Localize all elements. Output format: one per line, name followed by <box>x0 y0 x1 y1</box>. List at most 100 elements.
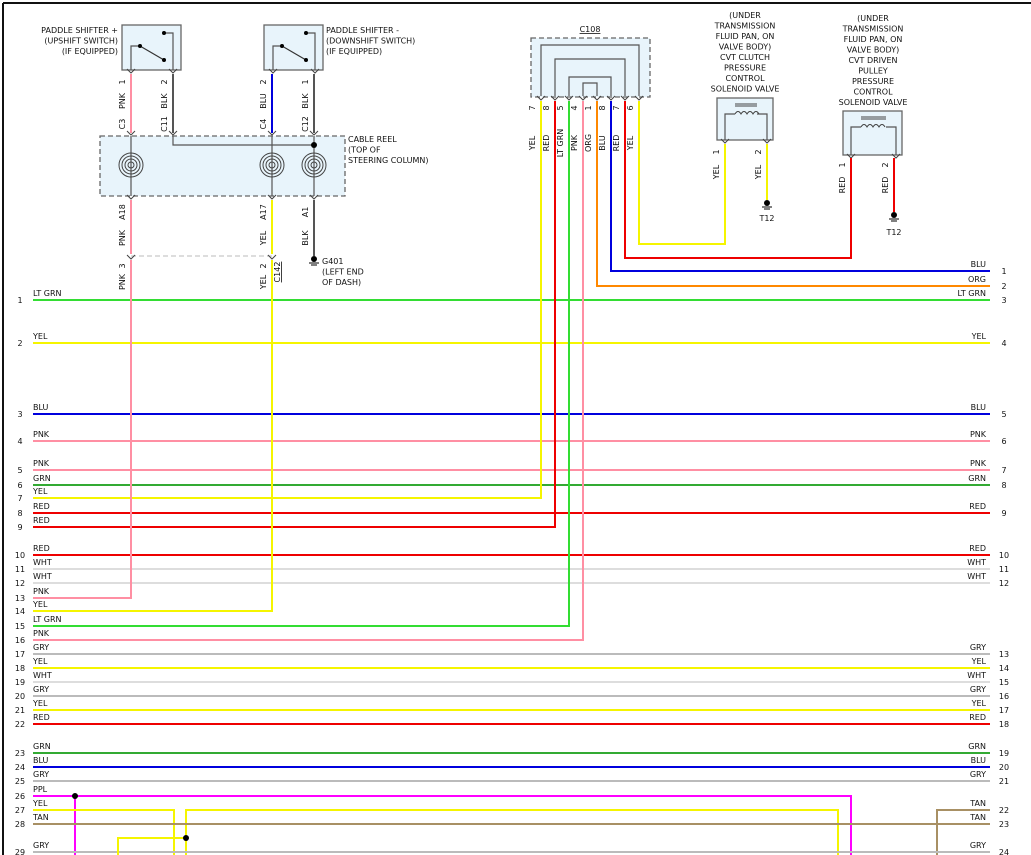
switch-contact <box>304 58 308 62</box>
pin-number: A1 <box>301 207 310 218</box>
right-pin-number: 5 <box>1001 410 1006 419</box>
left-wire-color-label: LT GRN <box>33 289 62 298</box>
left-wire-color-label: GRN <box>33 742 51 751</box>
pin-number: 7 <box>528 105 537 110</box>
wire-row <box>33 809 175 855</box>
left-pin-number: 16 <box>15 636 25 645</box>
left-wire-color-label: PNK <box>33 587 50 596</box>
right-pin-number: 21 <box>999 777 1009 786</box>
left-wire-color-label: YEL <box>32 657 48 666</box>
left-wire-color-label: GRY <box>33 643 49 652</box>
left-wire-color-label: YEL <box>32 332 48 341</box>
cable-reel-label: CABLE REEL <box>348 135 397 144</box>
upshift-switch-label: PADDLE SHIFTER + <box>41 26 118 35</box>
left-pin-number: 27 <box>15 806 25 815</box>
right-pin-number: 7 <box>1001 466 1006 475</box>
pin-number: 1 <box>301 79 310 84</box>
ground-icon <box>764 200 770 206</box>
right-wire-color-label: RED <box>969 502 986 511</box>
left-pin-number: 25 <box>15 777 25 786</box>
left-wire-color-label: PPL <box>33 785 48 794</box>
cvt-pulley-solenoid-label: CVT DRIVEN <box>848 56 897 65</box>
left-wire-color-label: RED <box>33 502 50 511</box>
ground-icon <box>891 212 897 218</box>
right-wire-color-label: PNK <box>970 430 987 439</box>
wire-color-label: BLU <box>259 93 268 109</box>
right-pin-number: 13 <box>999 650 1009 659</box>
connector-cavity-label: C11 <box>160 116 169 132</box>
left-pin-number: 5 <box>17 466 22 475</box>
wire-color-label: RED <box>838 177 847 194</box>
left-pin-number: 15 <box>15 622 25 631</box>
right-pin-number: 18 <box>999 720 1009 729</box>
right-pin-number: 23 <box>999 820 1009 829</box>
cvt-clutch-solenoid-label: VALVE BODY) <box>719 43 771 52</box>
left-pin-number: 23 <box>15 749 25 758</box>
right-pin-number: 3 <box>1001 296 1006 305</box>
cvt-pulley-solenoid-label: (UNDER <box>857 14 889 23</box>
left-wire-color-label: GRY <box>33 770 49 779</box>
left-pin-number: 4 <box>17 437 22 446</box>
left-pin-number: 28 <box>15 820 25 829</box>
right-pin-number: 14 <box>999 664 1009 673</box>
upshift-switch-label: (UPSHIFT SWITCH) <box>44 37 118 46</box>
right-wire-color-label: BLU <box>971 403 987 412</box>
right-pin-number: 9 <box>1001 509 1006 518</box>
c108-label: C108 <box>580 25 601 34</box>
right-pin-number: 10 <box>999 551 1009 560</box>
pin-number: 3 <box>118 263 127 268</box>
left-pin-number: 2 <box>17 339 22 348</box>
left-pin-number: 14 <box>15 607 25 616</box>
pin-number: 1 <box>118 79 127 84</box>
switch-contact <box>304 31 308 35</box>
left-pin-number: 26 <box>15 792 25 801</box>
left-wire-color-label: YEL <box>32 600 48 609</box>
switch-pivot <box>280 44 284 48</box>
right-wire-color-label: PNK <box>970 459 987 468</box>
right-pin-number: 16 <box>999 692 1009 701</box>
left-pin-number: 3 <box>17 410 22 419</box>
right-wire-color-label: WHT <box>967 558 986 567</box>
right-pin-number: 6 <box>1001 437 1006 446</box>
right-wire-color-label: YEL <box>971 699 987 708</box>
left-pin-number: 10 <box>15 551 25 560</box>
left-pin-number: 1 <box>17 296 22 305</box>
wire-color-label: BLK <box>301 93 310 109</box>
splice-dot <box>311 142 317 148</box>
left-pin-number: 12 <box>15 579 25 588</box>
right-wire-color-label: TAN <box>969 813 986 822</box>
downshift-switch-label: PADDLE SHIFTER - <box>326 26 399 35</box>
left-pin-number: 22 <box>15 720 25 729</box>
cvt-pulley-solenoid-label: TRANSMISSION <box>842 25 904 34</box>
right-wire-color-label: YEL <box>971 332 987 341</box>
right-wire-color-label: GRN <box>968 474 986 483</box>
left-pin-number: 13 <box>15 594 25 603</box>
splice-dot <box>183 835 189 841</box>
wire-color-label: PNK <box>118 273 127 290</box>
right-pin-number: 20 <box>999 763 1009 772</box>
left-wire-color-label: LT GRN <box>33 615 62 624</box>
cvt-clutch-solenoid-label: (UNDER <box>729 11 761 20</box>
left-pin-number: 9 <box>17 523 22 532</box>
left-wire-color-label: WHT <box>33 671 52 680</box>
wire-color-label: BLU <box>598 135 607 151</box>
right-pin-number: 8 <box>1001 481 1006 490</box>
cvt-pulley-solenoid <box>842 110 903 156</box>
connector-cavity-label: C3 <box>118 119 127 130</box>
pin-number: 2 <box>259 263 268 268</box>
left-wire-color-label: PNK <box>33 629 50 638</box>
left-pin-number: 19 <box>15 678 25 687</box>
wire-color-label: LT GRN <box>556 129 565 158</box>
cvt-clutch-solenoid-label: PRESSURE <box>724 64 766 73</box>
right-wire-color-label: TAN <box>969 799 986 808</box>
cvt-pulley-solenoid-label: FLUID PAN, ON <box>844 35 903 44</box>
right-wire-color-label: GRY <box>970 770 986 779</box>
left-pin-number: 8 <box>17 509 22 518</box>
left-pin-number: 17 <box>15 650 25 659</box>
pin-number: 7 <box>612 105 621 110</box>
left-pin-number: 20 <box>15 692 25 701</box>
cvt-pulley-solenoid-label: PRESSURE <box>852 77 894 86</box>
pin-number: 6 <box>626 105 635 110</box>
wire-color-label: YEL <box>528 135 537 151</box>
cable-reel-label: STEERING COLUMN) <box>348 156 429 165</box>
